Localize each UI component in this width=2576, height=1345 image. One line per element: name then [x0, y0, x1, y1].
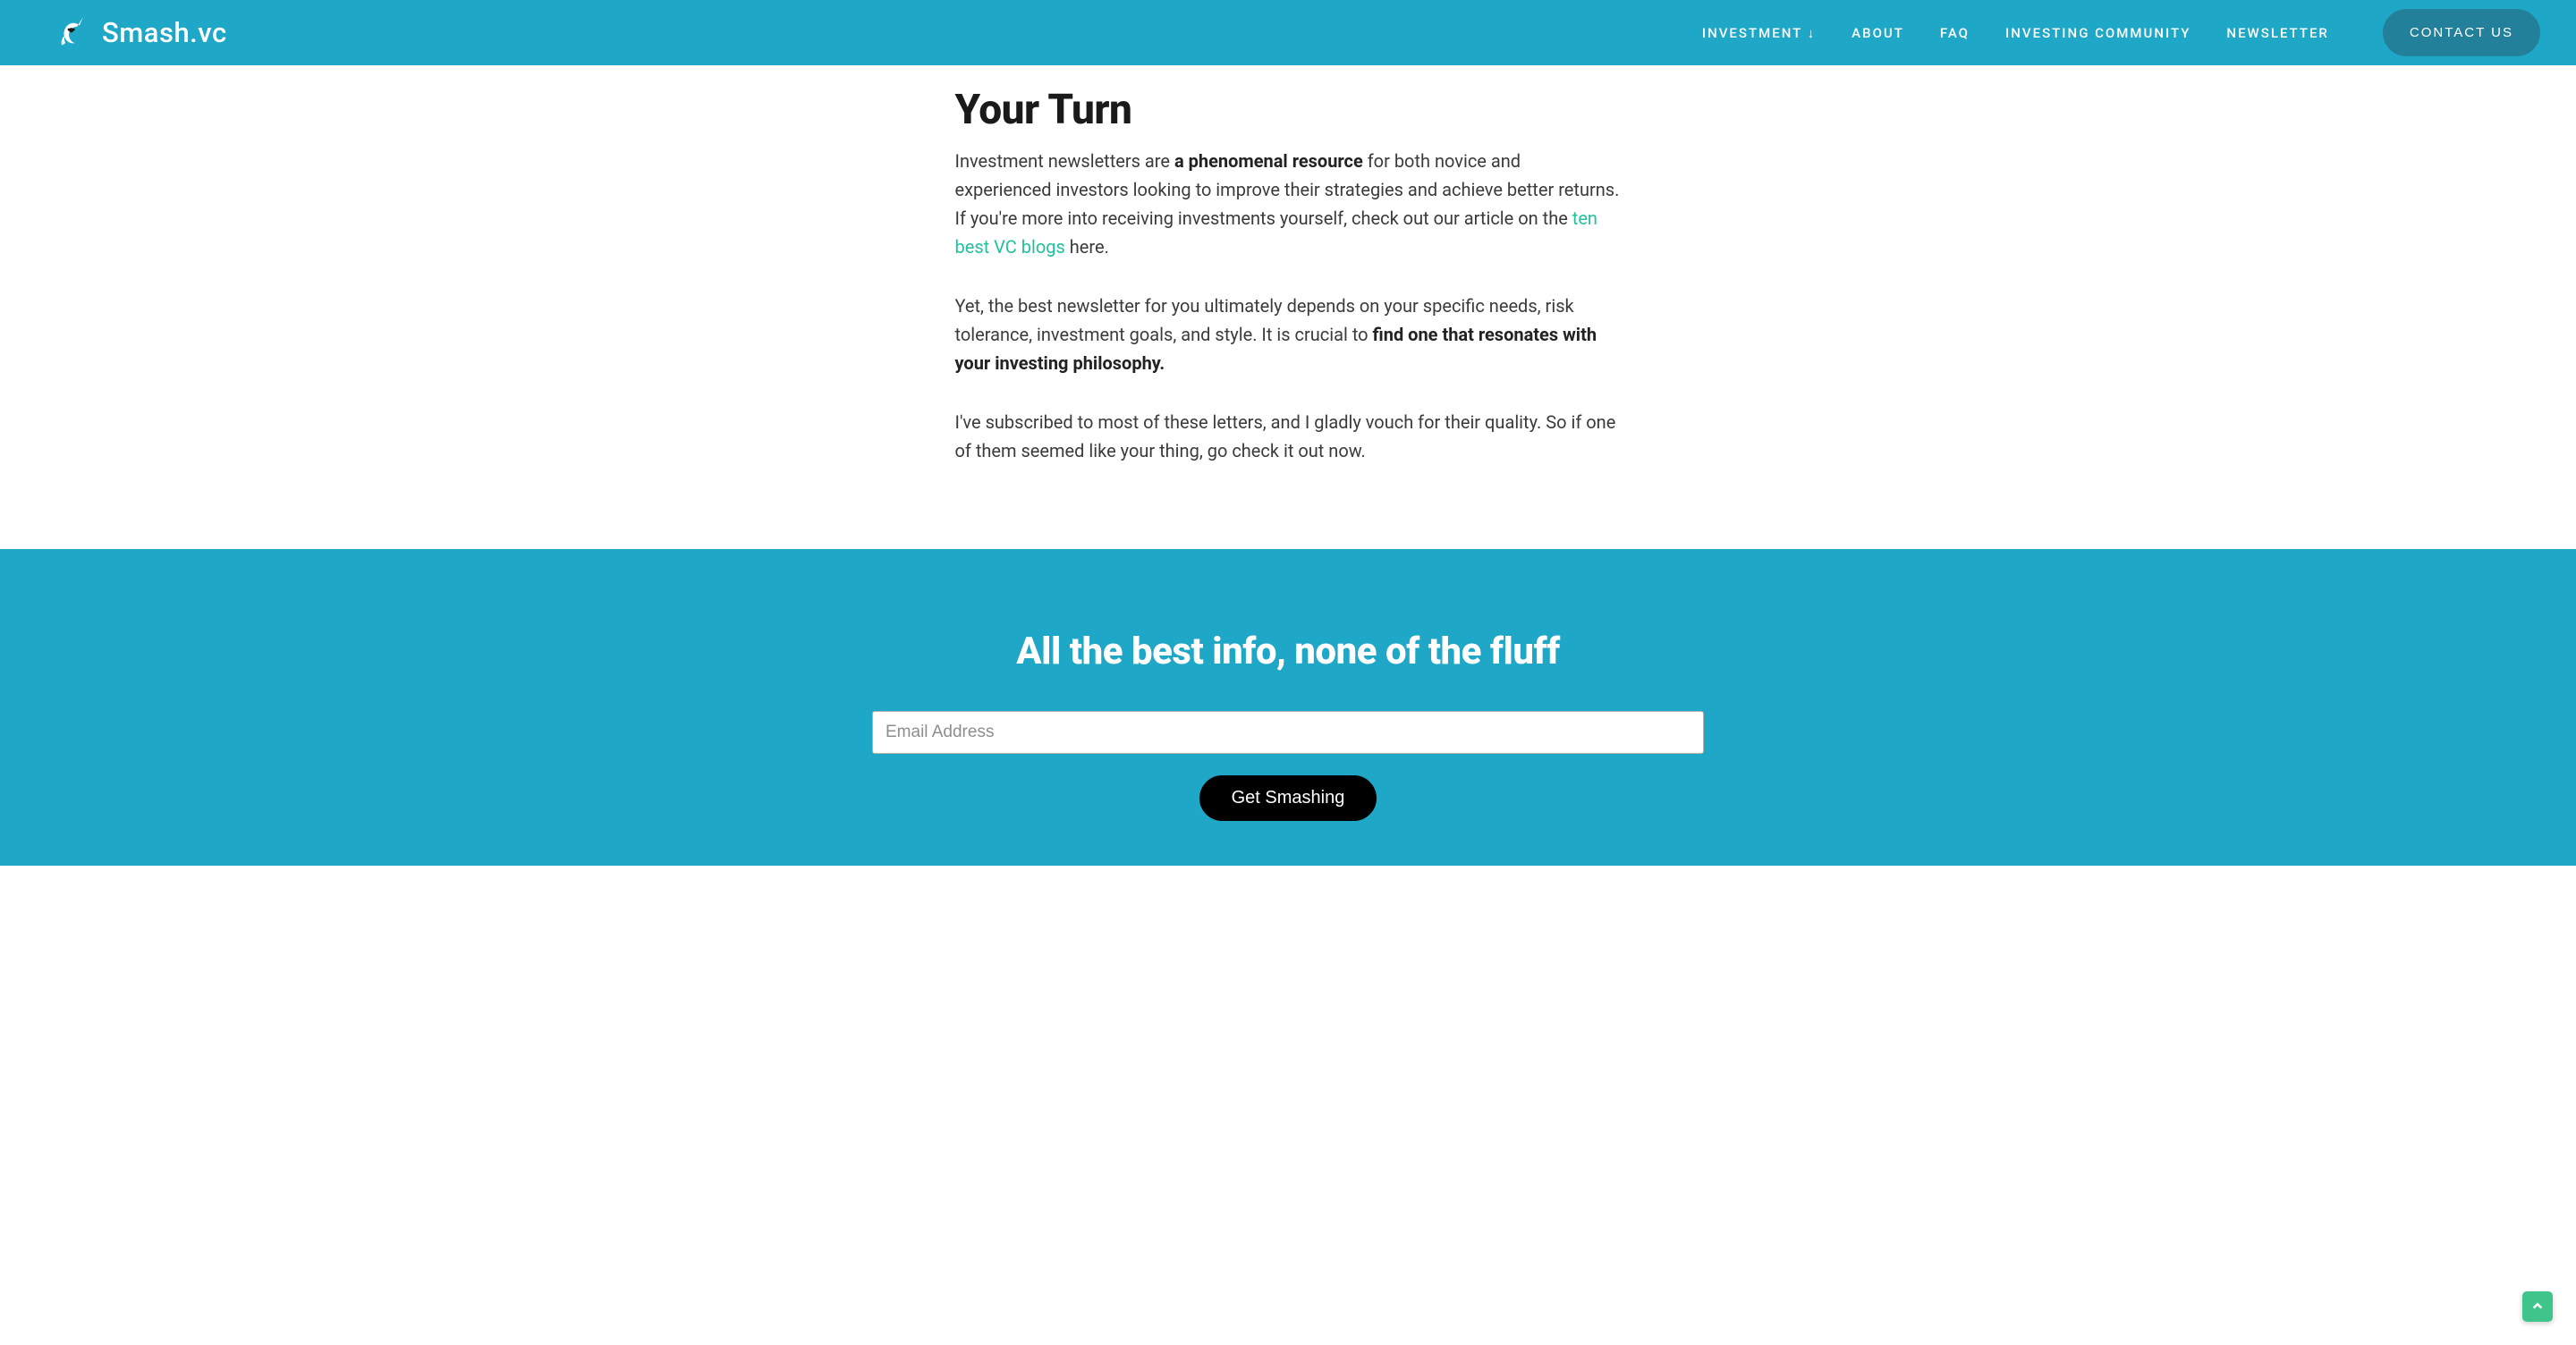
text-emphasis: a phenomenal resource	[1174, 150, 1363, 172]
article-paragraph-1: Investment newsletters are a phenomenal …	[955, 147, 1622, 261]
site-header: Smash.vc INVESTMENT ↓ ABOUT FAQ INVESTIN…	[0, 0, 2576, 65]
nav-newsletter[interactable]: NEWSLETTER	[2226, 25, 2328, 41]
article-body: Your Turn Investment newsletters are a p…	[955, 0, 1622, 549]
article-paragraph-2: Yet, the best newsletter for you ultimat…	[955, 292, 1622, 377]
brand-name: Smash.vc	[102, 16, 227, 49]
nav-faq[interactable]: FAQ	[1940, 25, 1970, 41]
main-nav: INVESTMENT ↓ ABOUT FAQ INVESTING COMMUNI…	[1702, 9, 2540, 56]
cta-heading: All the best info, none of the fluff	[872, 630, 1704, 673]
chevron-up-icon	[2531, 1298, 2544, 1315]
brand-logo[interactable]: Smash.vc	[54, 13, 227, 54]
nav-community[interactable]: INVESTING COMMUNITY	[2005, 25, 2190, 41]
nav-about[interactable]: ABOUT	[1852, 25, 1904, 41]
text: here.	[1065, 236, 1109, 258]
unicorn-icon	[54, 13, 91, 54]
subscribe-button[interactable]: Get Smashing	[1199, 775, 1377, 821]
article-paragraph-3: I've subscribed to most of these letters…	[955, 408, 1622, 465]
email-input[interactable]	[872, 711, 1704, 754]
newsletter-cta: All the best info, none of the fluff Get…	[0, 549, 2576, 866]
nav-investment[interactable]: INVESTMENT ↓	[1702, 25, 1816, 41]
text: Investment newsletters are	[955, 150, 1174, 172]
article-heading: Your Turn	[955, 86, 1622, 134]
scroll-top-button[interactable]	[2522, 1291, 2553, 1322]
contact-button[interactable]: CONTACT US	[2383, 9, 2540, 56]
